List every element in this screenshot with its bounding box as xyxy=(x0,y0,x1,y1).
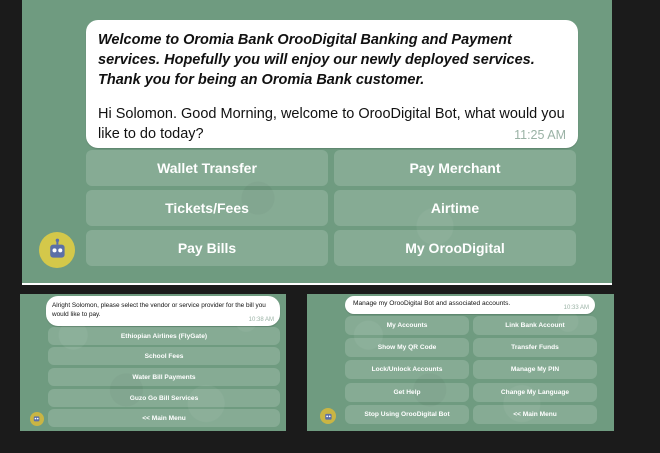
pay-bills-button[interactable]: Pay Bills xyxy=(86,230,328,266)
stop-using-bot-button[interactable]: Stop Using OrooDigital Bot xyxy=(345,405,469,424)
bill-payment-chat-panel: Alright Solomon, please select the vendo… xyxy=(20,294,286,431)
message-time: 10:38 AM xyxy=(248,317,274,323)
bot-avatar[interactable] xyxy=(30,412,44,426)
main-menu-button[interactable]: << Main Menu xyxy=(48,409,280,427)
pay-merchant-button[interactable]: Pay Merchant xyxy=(334,150,576,186)
show-qr-code-button[interactable]: Show My QR Code xyxy=(345,338,469,357)
panel-divider xyxy=(22,283,612,285)
get-help-button[interactable]: Get Help xyxy=(345,383,469,402)
link-bank-account-button[interactable]: Link Bank Account xyxy=(473,316,597,335)
transfer-funds-button[interactable]: Transfer Funds xyxy=(473,338,597,357)
vendor-message-bubble: Alright Solomon, please select the vendo… xyxy=(46,296,280,326)
message-time: 11:25 AM xyxy=(514,128,566,142)
bot-avatar[interactable] xyxy=(39,232,75,268)
account-management-chat-panel: Manage my OrooDigital Bot and associated… xyxy=(307,294,614,431)
my-oroodigital-button[interactable]: My OrooDigital xyxy=(334,230,576,266)
school-fees-button[interactable]: School Fees xyxy=(48,347,280,365)
bot-avatar[interactable] xyxy=(320,408,336,424)
change-language-button[interactable]: Change My Language xyxy=(473,383,597,402)
main-menu-button[interactable]: << Main Menu xyxy=(473,405,597,424)
manage-pin-button[interactable]: Manage My PIN xyxy=(473,360,597,379)
message-time: 10:33 AM xyxy=(563,305,589,311)
guzo-go-button[interactable]: Guzo Go Bill Services xyxy=(48,389,280,407)
robot-icon xyxy=(324,413,332,420)
welcome-text: Welcome to Oromia Bank OrooDigital Banki… xyxy=(98,32,535,88)
robot-icon xyxy=(49,238,65,258)
tickets-fees-button[interactable]: Tickets/Fees xyxy=(86,190,328,226)
robot-icon xyxy=(34,416,40,422)
main-menu-chat-panel: Welcome to Oromia Bank OrooDigital Banki… xyxy=(22,0,612,283)
greeting-text: Hi Solomon. Good Morning, welcome to Oro… xyxy=(98,106,565,142)
wallet-transfer-button[interactable]: Wallet Transfer xyxy=(86,150,328,186)
airtime-button[interactable]: Airtime xyxy=(334,190,576,226)
ethiopian-airlines-button[interactable]: Ethiopian Airlines (FlyGate) xyxy=(48,327,280,345)
my-accounts-button[interactable]: My Accounts xyxy=(345,316,469,335)
manage-message-bubble: Manage my OrooDigital Bot and associated… xyxy=(345,296,595,314)
lock-unlock-accounts-button[interactable]: Lock/Unlock Accounts xyxy=(345,360,469,379)
manage-message-text: Manage my OrooDigital Bot and associated… xyxy=(353,300,511,307)
water-bill-button[interactable]: Water Bill Payments xyxy=(48,368,280,386)
vendor-message-text: Alright Solomon, please select the vendo… xyxy=(52,302,266,318)
welcome-message-bubble: Welcome to Oromia Bank OrooDigital Banki… xyxy=(86,20,578,148)
